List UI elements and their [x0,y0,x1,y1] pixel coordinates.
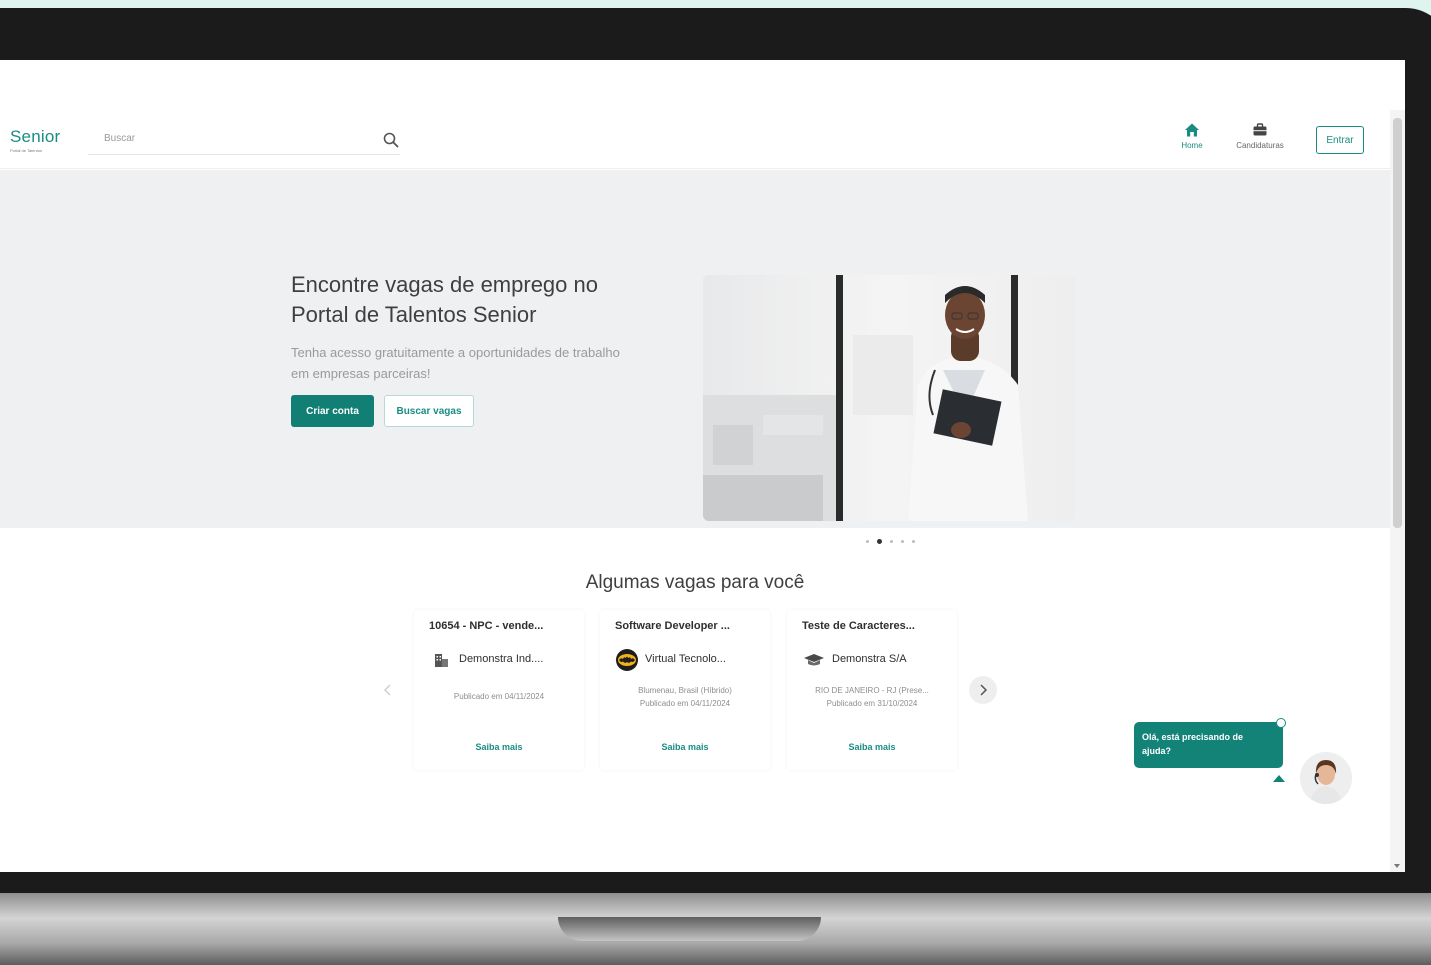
nav-home[interactable]: Home [1178,122,1206,150]
chat-pointer [1273,775,1285,782]
hero-title: Encontre vagas de emprego no Portal de T… [291,272,598,327]
jobs-section-title: Algumas vagas para você [585,572,805,593]
company-name: Virtual Tecnolo... [645,653,726,665]
company-row: Demonstra S/A [802,648,952,672]
chevron-right-icon [980,684,988,696]
scrollbar-thumb[interactable] [1393,118,1402,528]
chat-close-icon[interactable] [1276,718,1286,728]
company-row: Virtual Tecnolo... [615,648,765,672]
nav-candidaturas[interactable]: Candidaturas [1230,122,1290,150]
graduation-cap-icon [804,654,824,666]
search-bar [88,124,400,155]
carousel-dot[interactable] [901,540,904,544]
laptop-notch [558,917,821,941]
chat-prompt-bubble[interactable]: Olá, está precisando de ajuda? [1134,722,1283,768]
support-agent-icon [1300,752,1352,804]
logo-text: Senior [10,127,61,146]
carousel-dot[interactable] [866,540,869,544]
carousel-prev-button[interactable] [374,676,402,704]
scroll-down-icon[interactable] [1394,864,1400,868]
job-learn-more-link[interactable]: Saiba mais [414,742,584,752]
screen: Senior Portal de Talentos Home Candidatu… [0,60,1405,872]
doctor-photo [703,275,1075,521]
batman-logo-icon [616,649,638,671]
job-location: Blumenau, Brasil (Híbrido) [638,686,732,695]
search-input[interactable] [88,124,364,152]
job-learn-more-link[interactable]: Saiba mais [600,742,770,752]
job-title: Teste de Caracteres... [802,620,915,632]
job-published-date: Publicado em 04/11/2024 [453,692,545,701]
search-icon[interactable] [382,131,400,149]
create-account-button[interactable]: Criar conta [291,395,374,427]
job-location: RIO DE JANEIRO - RJ (Prese... [815,686,929,695]
carousel-next-button[interactable] [969,676,997,704]
logo-subtext: Portal de Talentos [10,148,42,153]
carousel-dot[interactable] [912,540,915,544]
job-card[interactable]: Software Developer ... Virtual Tecnolo..… [600,610,770,770]
company-name: Demonstra Ind.... [459,653,544,665]
chat-prompt-text: Olá, está precisando de ajuda? [1142,732,1244,756]
company-row: Demonstra Ind.... [429,648,579,672]
hero-section: Encontre vagas de emprego no Portal de T… [0,170,1390,545]
senior-logo[interactable]: Senior Portal de Talentos [10,127,60,153]
chevron-left-icon [383,684,391,696]
carousel-dot-active[interactable] [877,539,882,545]
chat-assistant-avatar[interactable] [1300,752,1352,804]
page-scrollbar[interactable] [1390,110,1405,872]
login-button[interactable]: Entrar [1316,126,1364,154]
job-published-date: Publicado em 04/11/2024 [639,699,731,708]
briefcase-icon [1253,123,1267,136]
job-learn-more-link[interactable]: Saiba mais [787,742,957,752]
job-card[interactable]: 10654 - NPC - vende... Demonstra Ind....… [414,610,584,770]
carousel-dots [866,533,923,545]
search-jobs-button[interactable]: Buscar vagas [384,395,474,427]
nav-candidaturas-label: Candidaturas [1236,141,1284,150]
job-title: Software Developer ... [615,620,730,632]
top-navbar: Senior Portal de Talentos Home Candidatu… [0,110,1390,169]
job-title: 10654 - NPC - vende... [429,620,544,632]
hero-image [703,275,1075,521]
home-icon [1185,123,1199,137]
hero-subtitle: Tenha acesso gratuitamente a oportunidad… [291,345,620,381]
building-icon [435,654,448,667]
nav-home-label: Home [1181,141,1203,150]
job-card[interactable]: Teste de Caracteres... Demonstra S/A RIO… [787,610,957,770]
job-published-date: Publicado em 31/10/2024 [826,699,918,708]
carousel-dot[interactable] [890,540,893,544]
company-name: Demonstra S/A [832,653,907,665]
